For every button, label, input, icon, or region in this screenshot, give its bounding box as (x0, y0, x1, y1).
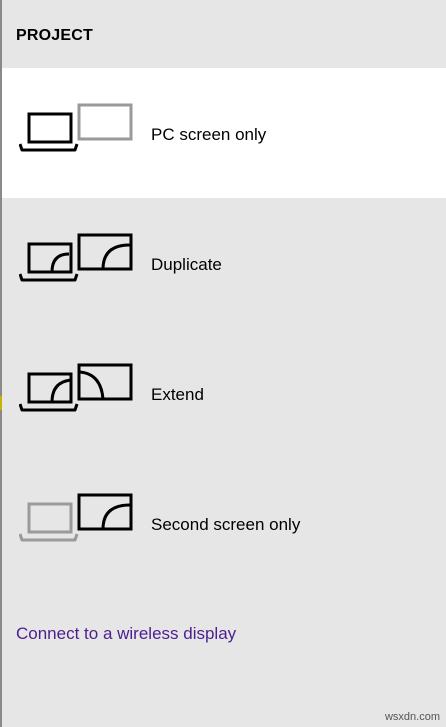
pc-screen-only-icon (19, 103, 133, 152)
option-label: Second screen only (151, 515, 301, 534)
option-label: PC screen only (151, 125, 267, 144)
option-label: Extend (151, 385, 204, 404)
watermark: wsxdn.com (384, 711, 440, 723)
option-pc-screen-only[interactable]: PC screen only (2, 68, 446, 198)
duplicate-icon (19, 233, 133, 282)
option-label: Duplicate (151, 255, 222, 274)
connect-wireless-display-link[interactable]: Connect to a wireless display (16, 624, 236, 644)
second-screen-only-icon (19, 493, 133, 542)
panel-title: PROJECT (16, 27, 93, 44)
option-second-screen-only[interactable]: Second screen only (2, 458, 446, 588)
option-extend[interactable]: Extend (2, 328, 446, 458)
extend-icon (19, 363, 133, 412)
option-duplicate[interactable]: Duplicate (2, 198, 446, 328)
